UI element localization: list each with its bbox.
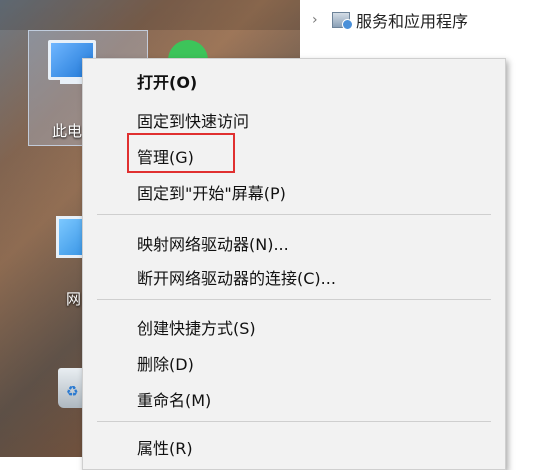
chevron-right-icon[interactable]: › — [312, 12, 332, 28]
context-menu: 打开(O) 固定到快速访问 管理(G) 固定到"开始"屏幕(P) 映射网络驱动器… — [82, 58, 506, 470]
menu-separator — [97, 421, 491, 422]
monitor-stand-icon — [60, 78, 82, 84]
menu-separator — [97, 299, 491, 300]
menu-item-pin-start[interactable]: 固定到"开始"屏幕(P) — [137, 180, 286, 204]
recycle-symbol-icon: ♻ — [66, 384, 79, 400]
menu-item-rename[interactable]: 重命名(M) — [137, 387, 211, 411]
this-pc-label[interactable]: 此电 — [52, 120, 82, 141]
desktop-shade — [0, 0, 300, 30]
menu-item-map-drive[interactable]: 映射网络驱动器(N)... — [137, 231, 289, 255]
network-label[interactable]: 网 — [66, 288, 81, 309]
menu-item-disconnect-drive[interactable]: 断开网络驱动器的连接(C)... — [137, 265, 336, 289]
menu-item-delete[interactable]: 删除(D) — [137, 351, 194, 375]
tree-item-services-apps[interactable]: › 服务和应用程序 — [312, 6, 468, 34]
menu-item-open[interactable]: 打开(O) — [137, 69, 197, 93]
services-icon — [332, 12, 353, 30]
manage-highlight-box — [127, 133, 235, 173]
tree-item-label[interactable]: 服务和应用程序 — [356, 8, 468, 32]
menu-item-create-shortcut[interactable]: 创建快捷方式(S) — [137, 315, 256, 339]
menu-item-pin-quick-access[interactable]: 固定到快速访问 — [137, 108, 249, 132]
menu-separator — [97, 214, 491, 215]
menu-item-properties[interactable]: 属性(R) — [137, 435, 193, 459]
